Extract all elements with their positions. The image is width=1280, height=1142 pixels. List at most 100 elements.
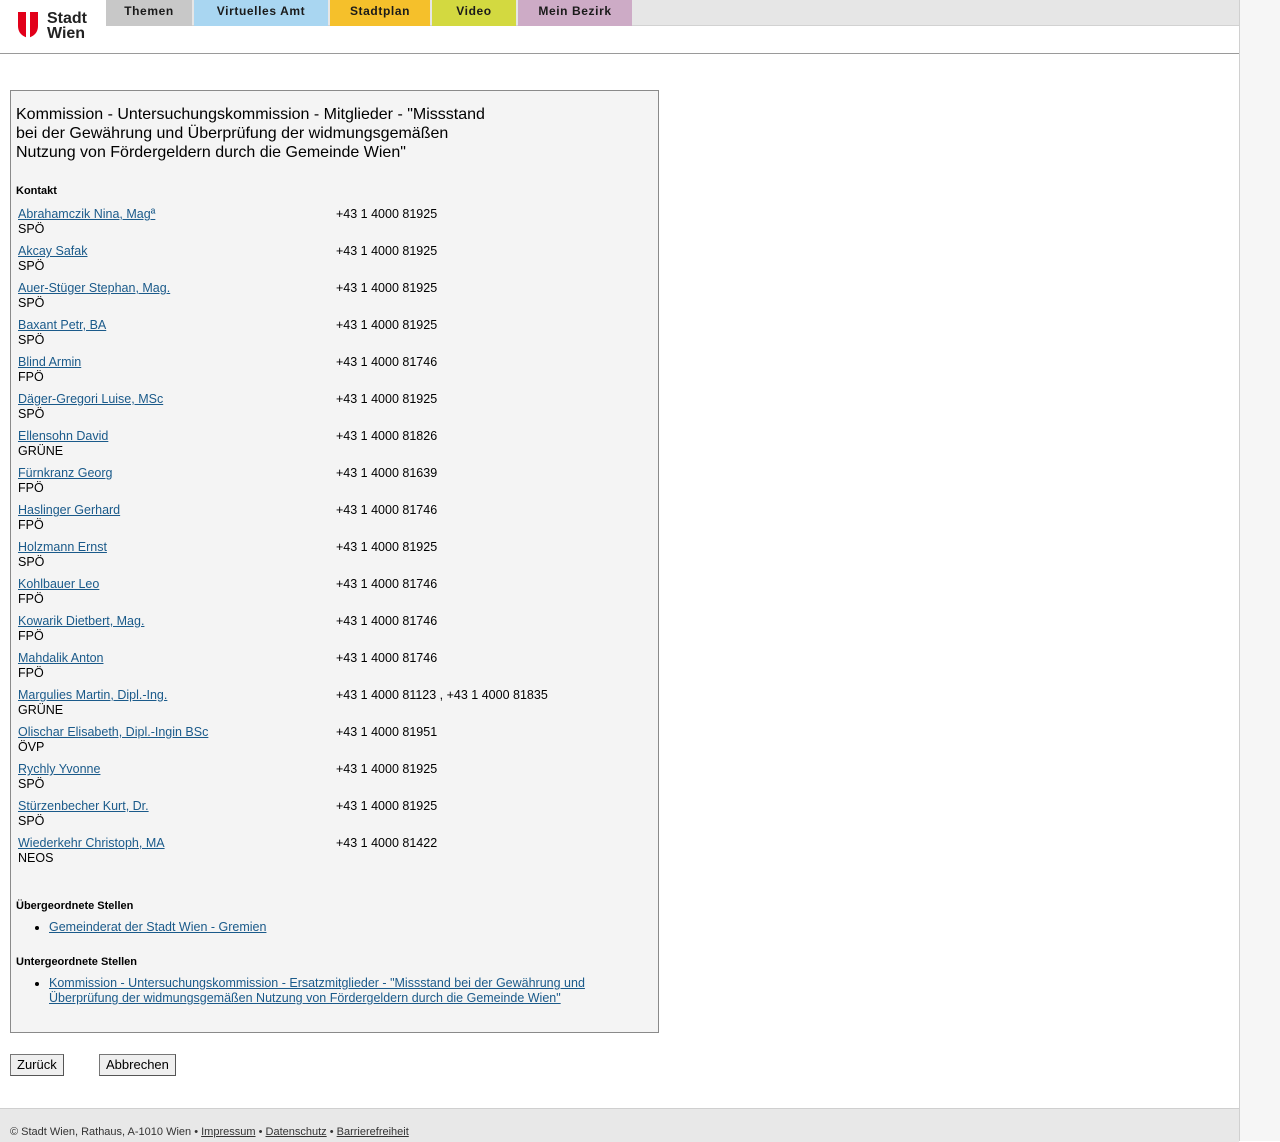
table-row: Mahdalik Anton FPÖ +43 1 4000 81746	[18, 651, 638, 683]
member-party: GRÜNE	[18, 444, 64, 458]
list-item: Gemeinderat der Stadt Wien - Gremien	[49, 920, 266, 935]
table-row: Auer-Stüger Stephan, Mag. SPÖ +43 1 4000 8…	[18, 281, 638, 313]
member-name-link[interactable]: Däger-Gregori Luise, MSc	[18, 392, 163, 406]
member-party: FPÖ	[18, 370, 44, 384]
member-party: SPÖ	[18, 407, 45, 421]
member-party: SPÖ	[18, 333, 45, 347]
table-row: Haslinger Gerhard FPÖ +43 1 4000 81746	[18, 503, 638, 535]
member-name-link[interactable]: Abrahamczik Nina, Magª	[18, 207, 155, 221]
member-name-link[interactable]: Blind Armin	[18, 355, 81, 369]
member-phone: +43 1 4000 81925	[336, 281, 438, 295]
member-phone: +43 1 4000 81746	[336, 355, 438, 369]
member-party: FPÖ	[18, 518, 44, 532]
member-party: SPÖ	[18, 222, 45, 236]
table-row: Stürzenbecher Kurt, Dr. SPÖ +43 1 4000 819…	[18, 799, 638, 831]
table-row: Kowarik Dietbert, Mag. FPÖ +43 1 4000 8174…	[18, 614, 638, 646]
wien-shield-icon	[18, 12, 38, 38]
table-row: Holzmann Ernst SPÖ +43 1 4000 81925	[18, 540, 638, 572]
member-name-link[interactable]: Olischar Elisabeth, Dipl.-Ingin BSc	[18, 725, 208, 739]
member-phone: +43 1 4000 81925	[336, 318, 438, 332]
stadt-wien-logo[interactable]: Stadt Wien	[17, 11, 97, 43]
table-row: Akcay Safak SPÖ +43 1 4000 81925	[18, 244, 638, 276]
member-party: SPÖ	[18, 777, 45, 791]
page: Stadt Wien Themen Virtuelles Amt Stadtpl…	[0, 0, 1240, 1142]
member-party: FPÖ	[18, 481, 44, 495]
footer-link-impressum[interactable]: Impressum	[201, 1126, 255, 1138]
footer-separator: •	[258, 1126, 263, 1138]
parent-units-list: Gemeinderat der Stadt Wien - Gremien	[33, 920, 266, 935]
table-row: Margulies Martin, Dipl.-Ing. GRÜNE +43 1 4…	[18, 688, 638, 720]
member-name-link[interactable]: Baxant Petr, BA	[18, 318, 106, 332]
member-party: ÖVP	[18, 740, 45, 754]
member-party: FPÖ	[18, 592, 44, 606]
footer-link-barrierefreiheit[interactable]: Barrierefreiheit	[337, 1126, 409, 1138]
member-phone: +43 1 4000 81639	[336, 466, 438, 480]
table-row: Abrahamczik Nina, Magª SPÖ +43 1 4000 8192…	[18, 207, 638, 239]
member-phone: +43 1 4000 81951	[336, 725, 438, 739]
footer-copyright: © Stadt Wien, Rathaus, A-1010 Wien	[10, 1126, 192, 1138]
member-name-link[interactable]: Kowarik Dietbert, Mag.	[18, 614, 144, 628]
member-phone: +43 1 4000 81746	[336, 614, 438, 628]
member-party: SPÖ	[18, 296, 45, 310]
table-row: Ellensohn David GRÜNE +43 1 4000 81826	[18, 429, 638, 461]
nav-tab-virtuelles-amt[interactable]: Virtuelles Amt	[194, 0, 328, 26]
member-name-link[interactable]: Margulies Martin, Dipl.-Ing.	[18, 688, 167, 702]
member-name-link[interactable]: Auer-Stüger Stephan, Mag.	[18, 281, 170, 295]
nav-tab-stadtplan[interactable]: Stadtplan	[330, 0, 430, 26]
table-row: Rychly Yvonne SPÖ +43 1 4000 81925	[18, 762, 638, 794]
member-party: GRÜNE	[18, 703, 64, 717]
member-phone: +43 1 4000 81925	[336, 540, 438, 554]
member-phone: +43 1 4000 81925	[336, 799, 438, 813]
site-header: Stadt Wien Themen Virtuelles Amt Stadtpl…	[0, 0, 1239, 54]
member-party: FPÖ	[18, 629, 44, 643]
member-name-link[interactable]: Akcay Safak	[18, 244, 87, 258]
contact-heading: Kontakt	[16, 185, 57, 197]
footer-separator: •	[329, 1126, 334, 1138]
list-item: Kommission - Untersuchungskommission - E…	[49, 976, 624, 1006]
scrollbar-gutter[interactable]	[1240, 0, 1280, 1141]
link-ersatzmitglieder[interactable]: Kommission - Untersuchungskommission - E…	[49, 976, 585, 1005]
member-phone: +43 1 4000 81123 , +43 1 4000 81835	[336, 688, 548, 702]
nav-tab-video[interactable]: Video	[432, 0, 516, 26]
member-phone: +43 1 4000 81422	[336, 836, 438, 850]
member-name-link[interactable]: Haslinger Gerhard	[18, 503, 120, 517]
logo-line-wien: Wien	[47, 25, 86, 42]
member-party: SPÖ	[18, 555, 45, 569]
member-name-link[interactable]: Kohlbauer Leo	[18, 577, 99, 591]
member-phone: +43 1 4000 81746	[336, 577, 438, 591]
member-name-link[interactable]: Rychly Yvonne	[18, 762, 100, 776]
member-party: SPÖ	[18, 259, 45, 273]
back-button[interactable]: Zurück	[10, 1054, 64, 1076]
member-name-link[interactable]: Fürnkranz Georg	[18, 466, 112, 480]
content-panel: Kommission - Untersuchungskommission - M…	[10, 90, 659, 1033]
member-name-link[interactable]: Holzmann Ernst	[18, 540, 107, 554]
member-phone: +43 1 4000 81925	[336, 762, 438, 776]
site-footer: © Stadt Wien, Rathaus, A-1010 Wien • Imp…	[0, 1108, 1239, 1142]
page-title: Kommission - Untersuchungskommission - M…	[16, 106, 485, 161]
footer-link-datenschutz[interactable]: Datenschutz	[266, 1126, 327, 1138]
footer-separator: •	[194, 1126, 199, 1138]
table-row: Kohlbauer Leo FPÖ +43 1 4000 81746	[18, 577, 638, 609]
member-phone: +43 1 4000 81925	[336, 207, 438, 221]
nav-tab-themen[interactable]: Themen	[106, 0, 192, 26]
parent-units-heading: Übergeordnete Stellen	[16, 900, 134, 912]
member-phone: +43 1 4000 81925	[336, 244, 438, 258]
child-units-heading: Untergeordnete Stellen	[16, 956, 138, 968]
member-phone: +43 1 4000 81826	[336, 429, 438, 443]
member-phone: +43 1 4000 81746	[336, 651, 438, 665]
member-name-link[interactable]: Mahdalik Anton	[18, 651, 103, 665]
table-row: Wiederkehr Christoph, MA NEOS +43 1 4000 8…	[18, 836, 638, 868]
logo-line-stadt: Stadt	[47, 10, 87, 27]
link-gemeinderat-gremien[interactable]: Gemeinderat der Stadt Wien - Gremien	[49, 920, 266, 934]
table-row: Blind Armin FPÖ +43 1 4000 81746	[18, 355, 638, 387]
member-name-link[interactable]: Stürzenbecher Kurt, Dr.	[18, 799, 149, 813]
table-row: Olischar Elisabeth, Dipl.-Ingin BSc ÖVP +4…	[18, 725, 638, 757]
cancel-button[interactable]: Abbrechen	[99, 1054, 176, 1076]
member-name-link[interactable]: Wiederkehr Christoph, MA	[18, 836, 165, 850]
member-name-link[interactable]: Ellensohn David	[18, 429, 108, 443]
table-row: Däger-Gregori Luise, MSc SPÖ +43 1 4000 81…	[18, 392, 638, 424]
member-party: SPÖ	[18, 814, 45, 828]
nav-tab-mein-bezirk[interactable]: Mein Bezirk	[518, 0, 632, 26]
member-phone: +43 1 4000 81746	[336, 503, 438, 517]
member-party: NEOS	[18, 851, 54, 865]
